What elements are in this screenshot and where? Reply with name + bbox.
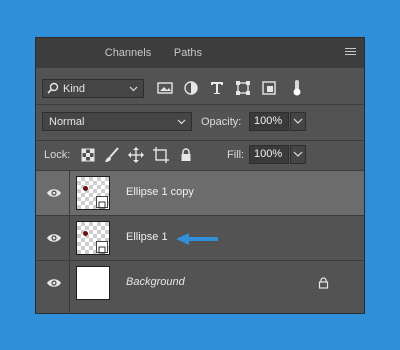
kind-label: Kind bbox=[63, 83, 86, 95]
layers-list: Ellipse 1 copy Ellipse 1 Background bbox=[36, 171, 364, 313]
arrow-icon bbox=[176, 233, 218, 245]
shape-layer-icon bbox=[96, 196, 108, 209]
lock-icon[interactable] bbox=[318, 277, 329, 289]
shape-layer-icon bbox=[96, 241, 108, 254]
eye-icon[interactable] bbox=[46, 187, 62, 199]
fill-input[interactable]: 100% bbox=[249, 145, 289, 164]
layer-name[interactable]: Ellipse 1 copy bbox=[126, 186, 194, 198]
chevron-down-icon bbox=[293, 151, 303, 157]
menu-icon[interactable] bbox=[345, 48, 356, 57]
type-filter-icon[interactable] bbox=[208, 79, 226, 97]
shape-filter-icon[interactable] bbox=[234, 79, 252, 97]
page-background: Layers Channels Paths Kind bbox=[0, 0, 400, 350]
chevron-down-icon bbox=[129, 86, 138, 92]
layer-row-ellipse-1[interactable]: Ellipse 1 bbox=[36, 216, 364, 261]
filter-row: Kind bbox=[36, 68, 364, 108]
blend-row: Normal Opacity: 100% bbox=[36, 108, 364, 138]
lock-position-icon[interactable] bbox=[128, 147, 144, 163]
kind-filter-select[interactable]: Kind bbox=[42, 79, 144, 98]
fill-dropdown[interactable] bbox=[290, 145, 306, 164]
layer-thumbnail bbox=[76, 221, 110, 255]
divider bbox=[69, 261, 70, 313]
lock-artboard-icon[interactable] bbox=[153, 147, 169, 163]
blend-mode-value: Normal bbox=[49, 116, 85, 128]
search-icon bbox=[47, 82, 59, 94]
lock-image-icon[interactable] bbox=[104, 147, 120, 163]
divider bbox=[69, 171, 70, 215]
lock-row: Lock: Fill: 100% bbox=[36, 140, 364, 170]
opacity-dropdown[interactable] bbox=[290, 112, 306, 131]
fill-label: Fill: bbox=[227, 149, 245, 161]
blend-mode-select[interactable]: Normal bbox=[42, 112, 192, 131]
chevron-down-icon bbox=[293, 118, 303, 124]
eye-icon[interactable] bbox=[46, 277, 62, 289]
layer-name[interactable]: Ellipse 1 bbox=[126, 231, 168, 243]
lock-label: Lock: bbox=[44, 149, 71, 161]
adjustment-filter-icon[interactable] bbox=[182, 79, 200, 97]
image-filter-icon[interactable] bbox=[156, 79, 174, 97]
layer-row-background[interactable]: Background bbox=[36, 261, 364, 313]
opacity-label: Opacity: bbox=[201, 116, 242, 128]
panel-tabbar: Layers Channels Paths bbox=[36, 38, 364, 313]
divider bbox=[69, 216, 70, 260]
divider bbox=[36, 104, 364, 105]
layer-name[interactable]: Background bbox=[126, 276, 185, 288]
ellipse-thumbnail-shape bbox=[83, 231, 88, 236]
eye-icon[interactable] bbox=[46, 232, 62, 244]
layers-panel: Layers Channels Paths Kind bbox=[35, 37, 365, 314]
tab-paths[interactable]: Paths bbox=[162, 38, 214, 68]
layer-row-ellipse-1-copy[interactable]: Ellipse 1 copy bbox=[36, 171, 364, 216]
tab-channels[interactable]: Channels bbox=[94, 38, 162, 68]
layer-thumbnail bbox=[76, 266, 110, 300]
lock-all-icon[interactable] bbox=[178, 147, 194, 163]
smart-object-filter-icon[interactable] bbox=[260, 79, 278, 97]
filter-toggle-icon[interactable] bbox=[290, 79, 304, 97]
opacity-input[interactable]: 100% bbox=[249, 112, 289, 131]
lock-transparent-icon[interactable] bbox=[80, 147, 96, 163]
layer-thumbnail bbox=[76, 176, 110, 210]
chevron-down-icon bbox=[177, 119, 186, 125]
ellipse-thumbnail-shape bbox=[83, 186, 88, 191]
